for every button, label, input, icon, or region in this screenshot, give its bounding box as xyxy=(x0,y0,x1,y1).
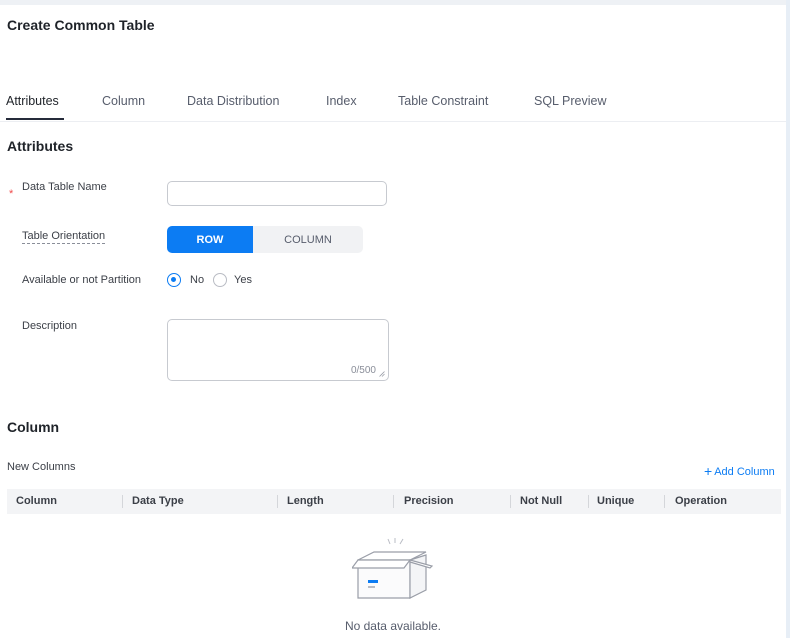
column-divider[interactable] xyxy=(588,495,589,508)
plus-icon: + xyxy=(704,463,713,479)
tab-column[interactable]: Column xyxy=(102,94,145,108)
attributes-section-title: Attributes xyxy=(7,138,74,154)
empty-box-icon xyxy=(352,538,434,599)
partition-no-label[interactable]: No xyxy=(190,274,204,286)
column-divider[interactable] xyxy=(277,495,278,508)
column-section-title: Column xyxy=(7,419,60,435)
partition-yes-label[interactable]: Yes xyxy=(234,274,252,286)
tab-index[interactable]: Index xyxy=(326,94,357,108)
description-textarea[interactable]: 0/500 xyxy=(167,319,389,381)
table-name-input[interactable] xyxy=(167,181,387,206)
tab-attributes[interactable]: Attributes xyxy=(6,94,59,108)
new-columns-label: New Columns xyxy=(7,461,76,473)
add-column-button[interactable]: + Add Column xyxy=(704,462,775,479)
tab-sql-preview[interactable]: SQL Preview xyxy=(534,94,606,108)
column-divider[interactable] xyxy=(664,495,665,508)
orientation-column-button[interactable]: COLUMN xyxy=(253,226,363,253)
header-precision: Precision xyxy=(404,495,454,507)
header-column: Column xyxy=(16,495,57,507)
resize-handle-icon[interactable] xyxy=(379,371,385,377)
description-char-counter: 0/500 xyxy=(350,365,376,376)
partition-no-radio[interactable] xyxy=(167,273,181,287)
tab-data-distribution[interactable]: Data Distribution xyxy=(187,94,279,108)
empty-state-text: No data available. xyxy=(344,619,442,633)
header-unique: Unique xyxy=(597,495,635,507)
page-title: Create Common Table xyxy=(7,17,155,33)
columns-table-header: Column Data Type Length Precision Not Nu… xyxy=(7,489,781,514)
tab-table-constraint[interactable]: Table Constraint xyxy=(398,94,488,108)
partition-yes-radio[interactable] xyxy=(213,273,227,287)
column-divider[interactable] xyxy=(510,495,511,508)
partition-label: Available or not Partition xyxy=(22,274,142,286)
create-table-panel: Create Common Table Attributes Column Da… xyxy=(0,5,786,638)
required-marker: * xyxy=(9,188,14,200)
add-column-label: Add Column xyxy=(714,466,775,478)
header-length: Length xyxy=(287,495,324,507)
active-tab-indicator xyxy=(6,118,64,120)
orientation-row-button[interactable]: ROW xyxy=(167,226,253,253)
tab-bar: Attributes Column Data Distribution Inde… xyxy=(0,85,786,122)
table-orientation-label: Table Orientation xyxy=(22,230,106,244)
column-divider[interactable] xyxy=(122,495,123,508)
header-data-type: Data Type xyxy=(132,495,184,507)
description-label: Description xyxy=(22,320,78,332)
window-edge xyxy=(786,0,790,638)
table-name-label: Data Table Name xyxy=(22,181,107,193)
header-not-null: Not Null xyxy=(520,495,563,507)
column-divider[interactable] xyxy=(393,495,394,508)
header-operation: Operation xyxy=(675,495,727,507)
